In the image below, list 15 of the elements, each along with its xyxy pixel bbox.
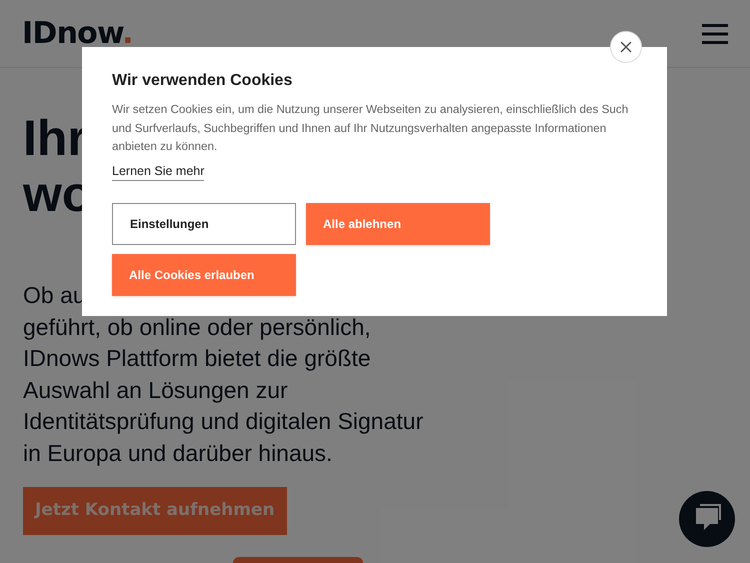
intro-line: in Europa und darüber hinaus.: [23, 438, 332, 468]
chat-icon[interactable]: [679, 491, 735, 547]
learn-more-link[interactable]: Lernen Sie mehr: [112, 162, 204, 182]
consent-button[interactable]: Alle ablehnen: [306, 202, 490, 244]
menu-icon[interactable]: [702, 22, 728, 44]
consent-button[interactable]: Alle Cookies erlauben: [112, 254, 296, 296]
consent-button[interactable]: Einstellungen: [112, 202, 296, 244]
intro-line: geführt, ob online oder persönlich,: [23, 312, 371, 342]
intro-line: Identitätsprüfung und digitalen Signatur: [23, 407, 424, 436]
headline-line: Ihr: [23, 110, 87, 166]
close-button[interactable]: [610, 31, 642, 63]
dialog-text: Wir setzen Cookies ein, um die Nutzung unserer Webseiten zu analysieren, einschließlich des Such und Surfverlaufs, Suchbegriffen und Ihnen auf Ihr Nutzungsverhalten angepasste Informationen anbieten zu können.: [112, 102, 630, 155]
dialog-title: Wir verwenden Cookies: [112, 71, 294, 91]
intro-line: Auswahl an Lösungen zur: [23, 376, 288, 405]
intro-line: IDnows Plattform bietet die größte: [23, 344, 371, 373]
